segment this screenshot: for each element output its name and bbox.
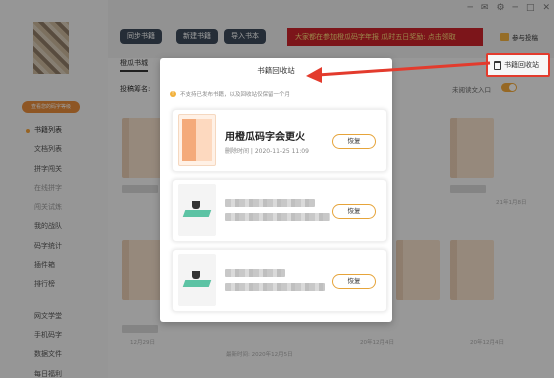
cup-icon: [192, 271, 200, 279]
restore-button[interactable]: 恢复: [332, 204, 376, 219]
book-title-redacted: [225, 269, 285, 277]
restore-button[interactable]: 恢复: [332, 134, 376, 149]
deleted-book-card: 恢复: [172, 179, 387, 242]
deleted-book-card: 恢复: [172, 249, 387, 312]
book-title: 用橙瓜码字会更火: [225, 132, 305, 143]
book-meta-redacted: [225, 213, 330, 221]
info-icon: !: [170, 91, 176, 97]
dialog-notice: ! 不支持已发布书籍，以及回收站仅保留一个月: [170, 90, 290, 98]
trash-icon: [494, 60, 501, 70]
book-stack-icon: [182, 280, 212, 287]
book-cover: [178, 254, 216, 306]
recycle-bin-label: 书籍回收站: [504, 61, 539, 69]
book-cover: [178, 114, 216, 166]
book-title-redacted: [225, 199, 315, 207]
book-deleted-time: 删除时间 | 2020-11-25 11:09: [225, 148, 309, 155]
recycle-bin-button[interactable]: 书籍回收站: [486, 53, 550, 77]
restore-button[interactable]: 恢复: [332, 274, 376, 289]
notice-text: 不支持已发布书籍，以及回收站仅保留一个月: [180, 92, 291, 98]
dialog-title: 书籍回收站: [257, 66, 295, 75]
book-meta-redacted: [225, 283, 325, 291]
book-cover: [178, 184, 216, 236]
book-stack-icon: [182, 210, 212, 217]
deleted-book-card: 用橙瓜码字会更火 删除时间 | 2020-11-25 11:09 恢复: [172, 109, 387, 172]
recycle-bin-dialog: 书籍回收站 ! 不支持已发布书籍，以及回收站仅保留一个月 用橙瓜码字会更火 删除…: [160, 58, 392, 322]
cup-icon: [192, 201, 200, 209]
